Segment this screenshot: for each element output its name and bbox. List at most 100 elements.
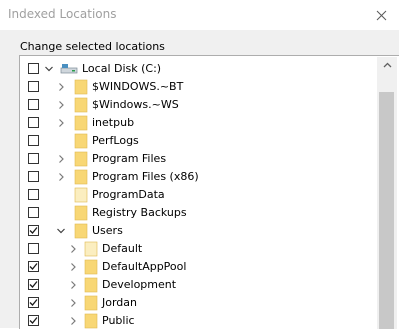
- close-icon: [376, 10, 386, 20]
- window-title: Indexed Locations: [8, 7, 117, 21]
- tree-item-checkbox[interactable]: [28, 207, 39, 218]
- folder-icon: [74, 115, 88, 131]
- tree-item-icon: [74, 133, 88, 149]
- tree-item[interactable]: Jordan: [20, 294, 360, 312]
- tree-item-expander[interactable]: [68, 262, 78, 272]
- tree-item-checkbox[interactable]: [28, 171, 39, 182]
- tree-item-label: Public: [102, 314, 135, 327]
- tree-item-icon: [74, 205, 88, 221]
- tree-item[interactable]: Program Files (x86): [20, 168, 360, 186]
- chevron-right-icon: [71, 245, 76, 253]
- tree-item-label: Program Files: [92, 152, 167, 165]
- chevron-right-icon: [71, 299, 76, 307]
- tree-item-label: Jordan: [102, 296, 137, 309]
- checkmark-icon: [29, 317, 38, 324]
- tree-item-expander[interactable]: [56, 82, 66, 92]
- tree-item[interactable]: Users: [20, 222, 360, 240]
- checkmark-icon: [29, 227, 38, 234]
- tree-item-icon: [60, 63, 78, 79]
- tree-item-expander[interactable]: [44, 64, 54, 74]
- folder-faded-icon: [74, 187, 88, 203]
- tree-item-expander[interactable]: [68, 298, 78, 308]
- tree-item-label: Default: [102, 242, 143, 255]
- folder-icon: [74, 133, 88, 149]
- tree-item[interactable]: Local Disk (C:): [20, 60, 360, 78]
- tree-item[interactable]: ProgramData: [20, 186, 360, 204]
- tree-item-expander[interactable]: [56, 154, 66, 164]
- tree-item-checkbox[interactable]: [28, 225, 39, 236]
- tree-item-icon: [84, 241, 98, 257]
- tree-item-expander[interactable]: [56, 226, 66, 236]
- tree-item-checkbox[interactable]: [28, 135, 39, 146]
- tree-item-checkbox[interactable]: [28, 117, 39, 128]
- chevron-right-icon: [59, 119, 64, 127]
- tree-item-expander[interactable]: [56, 100, 66, 110]
- tree-item-expander[interactable]: [56, 118, 66, 128]
- tree-item-label: Development: [102, 278, 177, 291]
- tree-item-checkbox[interactable]: [28, 63, 39, 74]
- close-button[interactable]: [369, 4, 393, 26]
- chevron-right-icon: [59, 83, 64, 91]
- tree-item-label: $Windows.~WS: [92, 98, 179, 111]
- tree-item[interactable]: PerfLogs: [20, 132, 360, 150]
- tree-item-icon: [74, 79, 88, 95]
- tree-item[interactable]: inetpub: [20, 114, 360, 132]
- chevron-right-icon: [71, 281, 76, 289]
- tree-item-icon: [74, 169, 88, 185]
- chevron-down-icon: [57, 228, 65, 234]
- tree-item-expander[interactable]: [56, 172, 66, 182]
- chevron-right-icon: [59, 101, 64, 109]
- chevron-right-icon: [71, 263, 76, 271]
- tree-item-checkbox[interactable]: [28, 153, 39, 164]
- folder-icon: [84, 313, 98, 329]
- tree-item-label: DefaultAppPool: [102, 260, 187, 273]
- tree-item-checkbox[interactable]: [28, 189, 39, 200]
- tree-item[interactable]: Program Files: [20, 150, 360, 168]
- tree-item-icon: [74, 151, 88, 167]
- tree-item-label: PerfLogs: [92, 134, 139, 147]
- tree-item-expander[interactable]: [68, 316, 78, 326]
- tree-item-checkbox[interactable]: [28, 315, 39, 326]
- tree-item-checkbox[interactable]: [28, 243, 39, 254]
- tree-item-icon: [74, 97, 88, 113]
- tree-item-label: $WINDOWS.~BT: [92, 80, 184, 93]
- tree-item-icon: [84, 313, 98, 329]
- tree-item[interactable]: DefaultAppPool: [20, 258, 360, 276]
- tree-item[interactable]: $WINDOWS.~BT: [20, 78, 360, 96]
- tree-item-checkbox[interactable]: [28, 297, 39, 308]
- scroll-up-button[interactable]: [377, 57, 397, 73]
- tree-item-icon: [84, 277, 98, 293]
- tree-item-icon: [84, 295, 98, 311]
- scroll-thumb[interactable]: [379, 92, 394, 329]
- tree-item-label: Users: [92, 224, 123, 237]
- folder-icon: [74, 223, 88, 239]
- tree-item-expander[interactable]: [68, 280, 78, 290]
- tree-item-label: Program Files (x86): [92, 170, 199, 183]
- tree-item-icon: [74, 115, 88, 131]
- tree-item[interactable]: Default: [20, 240, 360, 258]
- folder-icon: [74, 169, 88, 185]
- folder-icon: [84, 295, 98, 311]
- tree-item-checkbox[interactable]: [28, 99, 39, 110]
- tree-item-expander[interactable]: [68, 244, 78, 254]
- group-label: Change selected locations: [20, 40, 165, 53]
- tree-item-checkbox[interactable]: [28, 261, 39, 272]
- vertical-scrollbar[interactable]: [377, 57, 397, 329]
- chevron-right-icon: [59, 155, 64, 163]
- tree-item[interactable]: $Windows.~WS: [20, 96, 360, 114]
- folder-icon: [84, 259, 98, 275]
- tree-item-checkbox[interactable]: [28, 279, 39, 290]
- folder-icon: [74, 205, 88, 221]
- chevron-down-icon: [45, 66, 53, 72]
- tree-item[interactable]: Public: [20, 312, 360, 329]
- tree-item-label: ProgramData: [92, 188, 165, 201]
- tree-item[interactable]: Registry Backups: [20, 204, 360, 222]
- folder-icon: [84, 277, 98, 293]
- location-tree[interactable]: Local Disk (C:) $WINDOWS.~BT $Windows.~WS i…: [19, 55, 399, 329]
- tree-item-icon: [84, 259, 98, 275]
- tree-item[interactable]: Development: [20, 276, 360, 294]
- checkmark-icon: [29, 281, 38, 288]
- tree-item-checkbox[interactable]: [28, 81, 39, 92]
- checkmark-icon: [29, 299, 38, 306]
- checkmark-icon: [29, 263, 38, 270]
